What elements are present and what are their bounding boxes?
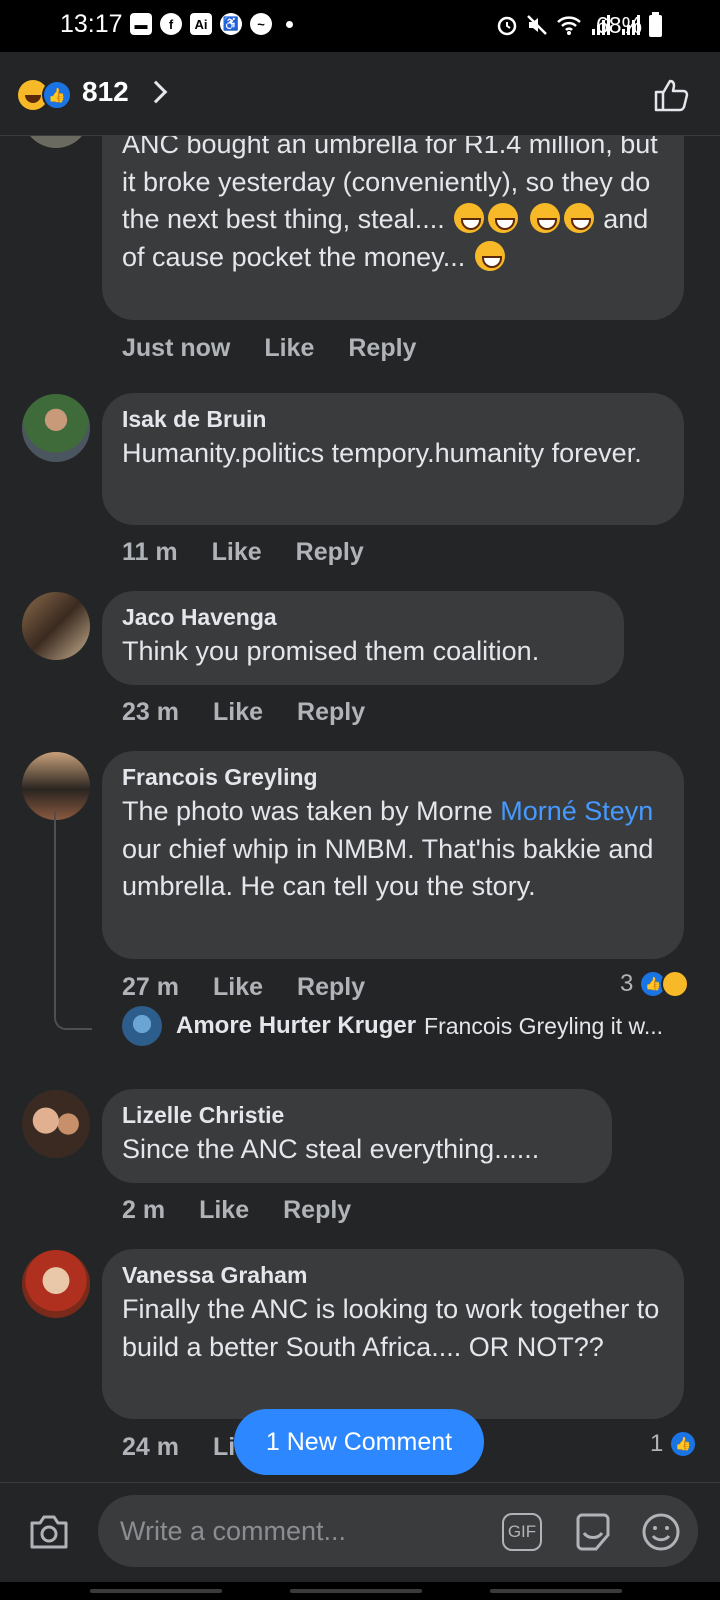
comment-input[interactable] [120, 1509, 480, 1553]
comment-time: 24 m [122, 1433, 179, 1461]
comment-composer: GIF [0, 1482, 720, 1582]
status-bar: 13:17 ▬ f Ai ♿ ~ 68% [0, 0, 720, 52]
camera-icon[interactable] [28, 1513, 70, 1551]
nav-handle[interactable] [290, 1589, 422, 1593]
comment-bubble[interactable]: Lizelle Christie Since the ANC steal eve… [102, 1089, 612, 1183]
laughing-emoji-icon [563, 203, 594, 233]
emoji-icon[interactable] [640, 1511, 682, 1553]
laughing-emoji-icon [474, 240, 505, 271]
comment-time: 23 m [122, 698, 179, 726]
reaction-count: 1 [650, 1430, 664, 1457]
reply-link[interactable]: Reply [296, 538, 364, 567]
reply-link[interactable]: Reply [297, 698, 365, 727]
gif-icon[interactable]: GIF [502, 1513, 542, 1551]
mute-icon [527, 15, 547, 35]
comment-text: The photo was taken by Morne Morné Steyn… [122, 796, 654, 901]
avatar[interactable] [22, 752, 90, 820]
battery-percent: 68% [596, 12, 643, 38]
accessibility-icon: ♿ [220, 13, 242, 35]
reaction-count: 3 [620, 970, 634, 997]
nav-handle[interactable] [490, 1589, 622, 1593]
avatar[interactable] [22, 1250, 90, 1318]
grin-emoji-icon [488, 203, 519, 233]
thumbs-up-icon[interactable] [652, 76, 690, 114]
comment-text: Humanity.politics tempory.humanity forev… [122, 438, 642, 468]
like-reaction-icon: 👍 [669, 1430, 698, 1458]
alarm-icon [497, 16, 517, 36]
comment-text: Since the ANC steal everything...... [122, 1134, 540, 1164]
comment-bubble[interactable]: Vanessa Graham Finally the ANC is lookin… [102, 1249, 684, 1419]
comment-reactions[interactable]: 1 👍 [650, 1430, 698, 1458]
comment-actions: 27 m Like Reply [122, 973, 399, 1002]
comment-actions: 2 m Like Reply [122, 1196, 385, 1225]
comment-text: Think you promised them coalition. [122, 636, 540, 666]
comment-author[interactable]: Jaco Havenga [122, 601, 604, 633]
comment-author[interactable]: Vanessa Graham [122, 1259, 664, 1291]
mention-link[interactable]: Morné Steyn [500, 796, 653, 826]
wifi-icon [557, 16, 581, 35]
comment-bubble[interactable]: Francois Greyling The photo was taken by… [102, 751, 684, 959]
reply-link[interactable]: Reply [297, 973, 365, 1002]
avatar[interactable] [22, 1090, 90, 1158]
reaction-summary[interactable]: 👍 [18, 80, 78, 110]
comment-reactions[interactable]: 3 👍 [620, 970, 690, 998]
message-icon: ▬ [130, 13, 152, 35]
status-time: 13:17 [60, 10, 123, 38]
ai-icon: Ai [190, 13, 212, 35]
like-link[interactable]: Like [264, 334, 314, 363]
nav-handle[interactable] [90, 1589, 222, 1593]
avatar[interactable] [22, 592, 90, 660]
reaction-count[interactable]: 812 [82, 76, 129, 108]
like-reaction-icon: 👍 [42, 80, 72, 110]
comment-actions: 23 m Like Reply [122, 698, 399, 727]
battery-icon [649, 12, 662, 37]
reply-link[interactable]: Reply [348, 334, 416, 363]
comment-actions: 11 m Like Reply [122, 538, 398, 567]
system-nav-bar [0, 1582, 720, 1600]
like-link[interactable]: Like [199, 1196, 249, 1225]
avatar[interactable] [122, 1006, 162, 1046]
comment-time: 11 m [122, 538, 178, 566]
reply-link[interactable]: Reply [283, 1196, 351, 1225]
grin-emoji-icon [529, 203, 560, 233]
comment-author[interactable]: Lizelle Christie [122, 1099, 592, 1131]
like-link[interactable]: Like [213, 973, 263, 1002]
comment-bubble[interactable]: Isak de Bruin Humanity.politics tempory.… [102, 393, 684, 525]
reply-preview[interactable]: Amore Hurter Kruger Francois Greyling it… [122, 1006, 663, 1046]
like-link[interactable]: Li [213, 1433, 235, 1462]
facebook-icon: f [160, 13, 182, 35]
comment-text: Finally the ANC is looking to work toget… [122, 1294, 660, 1362]
haha-reaction-icon [661, 970, 690, 998]
like-link[interactable]: Like [212, 538, 262, 567]
chevron-right-icon[interactable] [144, 80, 168, 104]
comment-author[interactable]: Isak de Bruin [122, 403, 664, 435]
reply-author[interactable]: Amore Hurter Kruger [176, 1012, 416, 1040]
thread-connector [54, 812, 92, 1030]
comment-input-container[interactable]: GIF [98, 1495, 698, 1567]
new-comment-button[interactable]: 1 New Comment [234, 1409, 484, 1475]
notification-icons: ▬ f Ai ♿ ~ [130, 13, 293, 35]
reactions-header: 👍 812 [0, 52, 720, 136]
like-link[interactable]: Like [213, 698, 263, 727]
sticker-icon[interactable] [572, 1511, 614, 1553]
comment-time: 2 m [122, 1196, 166, 1224]
reply-snippet: Francois Greyling it w... [424, 1012, 664, 1039]
more-notifications-dot [286, 20, 293, 28]
comment-author[interactable]: Francois Greyling [122, 761, 664, 793]
grin-emoji-icon [454, 203, 485, 233]
comment-actions: Just now Like Reply [122, 334, 450, 363]
comment-time: Just now [122, 334, 231, 362]
messenger-icon: ~ [250, 13, 272, 35]
avatar[interactable] [22, 394, 90, 462]
comment-bubble[interactable]: Jaco Havenga Think you promised them coa… [102, 591, 624, 685]
comment-time: 27 m [122, 973, 179, 1001]
comment-text: ANC bought an umbrella for R1.4 million,… [122, 129, 658, 272]
